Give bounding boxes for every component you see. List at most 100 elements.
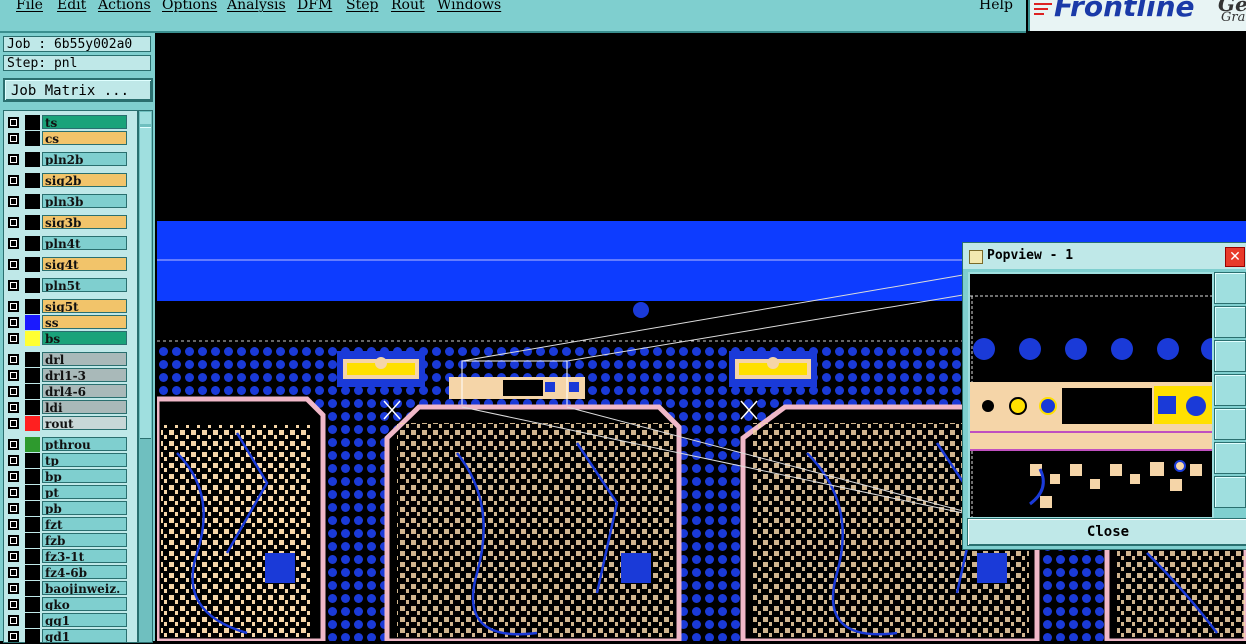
layer-row-tp[interactable]: tp [4, 453, 137, 468]
layer-color-swatch[interactable] [25, 194, 40, 209]
layer-name[interactable]: bs [42, 331, 127, 345]
layer-color-swatch[interactable] [25, 236, 40, 251]
layer-row-sig2b[interactable]: sig2b [4, 173, 137, 188]
layer-row-fz3-1t[interactable]: fz3-1t [4, 549, 137, 564]
layer-row-pln4t[interactable]: pln4t [4, 236, 137, 251]
layer-checkbox[interactable] [8, 439, 19, 450]
scroll-up-arrow-icon[interactable] [140, 112, 151, 124]
layer-row-ts[interactable]: ts [4, 115, 137, 130]
layer-checkbox[interactable] [8, 370, 19, 381]
layer-name[interactable]: ss [42, 315, 127, 329]
layer-checkbox[interactable] [8, 535, 19, 546]
layer-checkbox[interactable] [8, 317, 19, 328]
pan-right-icon[interactable] [1214, 408, 1246, 440]
menu-dfm[interactable]: DFM [297, 0, 332, 13]
layer-color-swatch[interactable] [25, 331, 40, 346]
layer-color-swatch[interactable] [25, 549, 40, 564]
layer-row-drl4-6[interactable]: drl4-6 [4, 384, 137, 399]
layer-name[interactable]: baojinweiz. [42, 581, 127, 595]
layer-row-ss[interactable]: ss [4, 315, 137, 330]
layer-name[interactable]: bp [42, 469, 127, 483]
layer-color-swatch[interactable] [25, 131, 40, 146]
layer-name[interactable]: pb [42, 501, 127, 515]
layer-color-swatch[interactable] [25, 416, 40, 431]
layer-row-bs[interactable]: bs [4, 331, 137, 346]
layer-row-sig5t[interactable]: sig5t [4, 299, 137, 314]
layer-checkbox[interactable] [8, 117, 19, 128]
layer-checkbox[interactable] [8, 402, 19, 413]
job-matrix-button[interactable]: Job Matrix ... [3, 78, 153, 102]
layer-row-fzt[interactable]: fzt [4, 517, 137, 532]
layer-row-pb[interactable]: pb [4, 501, 137, 516]
zoom-fit-icon[interactable] [1214, 272, 1246, 304]
layer-color-swatch[interactable] [25, 517, 40, 532]
layer-row-pthrou[interactable]: pthrou [4, 437, 137, 452]
layer-checkbox[interactable] [8, 519, 19, 530]
menu-options[interactable]: Options [162, 0, 217, 13]
popview-close-button[interactable]: Close [967, 518, 1246, 546]
layer-name[interactable]: sig3b [42, 215, 127, 229]
layer-name[interactable]: cs [42, 131, 127, 145]
layer-row-cs[interactable]: cs [4, 131, 137, 146]
layer-checkbox[interactable] [8, 487, 19, 498]
popview-canvas[interactable] [968, 272, 1214, 519]
layer-color-swatch[interactable] [25, 257, 40, 272]
layer-checkbox[interactable] [8, 354, 19, 365]
layer-checkbox[interactable] [8, 455, 19, 466]
layer-color-swatch[interactable] [25, 384, 40, 399]
layer-name[interactable]: gko [42, 597, 127, 611]
layer-name[interactable]: pln5t [42, 278, 127, 292]
menu-rout[interactable]: Rout [391, 0, 425, 13]
layer-name[interactable]: tp [42, 453, 127, 467]
layer-color-swatch[interactable] [25, 215, 40, 230]
layer-row-pln3b[interactable]: pln3b [4, 194, 137, 209]
layer-name[interactable]: sig5t [42, 299, 127, 313]
layer-name[interactable]: pln3b [42, 194, 127, 208]
layer-name[interactable]: drl4-6 [42, 384, 127, 398]
menu-actions[interactable]: Actions [98, 0, 151, 13]
layer-checkbox[interactable] [8, 551, 19, 562]
menu-analysis[interactable]: Analysis [227, 0, 286, 13]
menu-file[interactable]: File [16, 0, 43, 13]
layer-checkbox[interactable] [8, 583, 19, 594]
layer-color-swatch[interactable] [25, 368, 40, 383]
layer-color-swatch[interactable] [25, 581, 40, 596]
layer-name[interactable]: pt [42, 485, 127, 499]
layer-checkbox[interactable] [8, 615, 19, 626]
layer-checkbox[interactable] [8, 471, 19, 482]
layer-name[interactable]: fzt [42, 517, 127, 531]
layer-row-ldi[interactable]: ldi [4, 400, 137, 415]
layer-row-drl[interactable]: drl [4, 352, 137, 367]
layer-color-swatch[interactable] [25, 352, 40, 367]
layer-checkbox[interactable] [8, 386, 19, 397]
layer-checkbox[interactable] [8, 333, 19, 344]
layer-color-swatch[interactable] [25, 501, 40, 516]
layer-name[interactable]: drl [42, 352, 127, 366]
zoom-out-icon[interactable] [1214, 476, 1246, 508]
layer-name[interactable]: ts [42, 115, 127, 129]
layer-checkbox[interactable] [8, 217, 19, 228]
layer-checkbox[interactable] [8, 631, 19, 642]
layer-name[interactable]: fzb [42, 533, 127, 547]
layer-row-drl1-3[interactable]: drl1-3 [4, 368, 137, 383]
layer-color-swatch[interactable] [25, 173, 40, 188]
layer-name[interactable]: rout [42, 416, 127, 430]
layer-color-swatch[interactable] [25, 485, 40, 500]
layer-row-rout[interactable]: rout [4, 416, 137, 431]
layer-checkbox[interactable] [8, 503, 19, 514]
layer-color-swatch[interactable] [25, 565, 40, 580]
layer-checkbox[interactable] [8, 567, 19, 578]
layer-checkbox[interactable] [8, 154, 19, 165]
layer-checkbox[interactable] [8, 238, 19, 249]
layer-row-gko[interactable]: gko [4, 597, 137, 612]
menu-windows[interactable]: Windows [437, 0, 501, 13]
layer-checkbox[interactable] [8, 175, 19, 186]
layer-name[interactable]: sig4t [42, 257, 127, 271]
zoom-in-icon[interactable] [1214, 442, 1246, 474]
layer-color-swatch[interactable] [25, 629, 40, 644]
layer-name[interactable]: gg1 [42, 613, 127, 627]
layer-color-swatch[interactable] [25, 453, 40, 468]
layer-name[interactable]: pln2b [42, 152, 127, 166]
layer-color-swatch[interactable] [25, 400, 40, 415]
menu-help[interactable]: Help [979, 0, 1013, 13]
